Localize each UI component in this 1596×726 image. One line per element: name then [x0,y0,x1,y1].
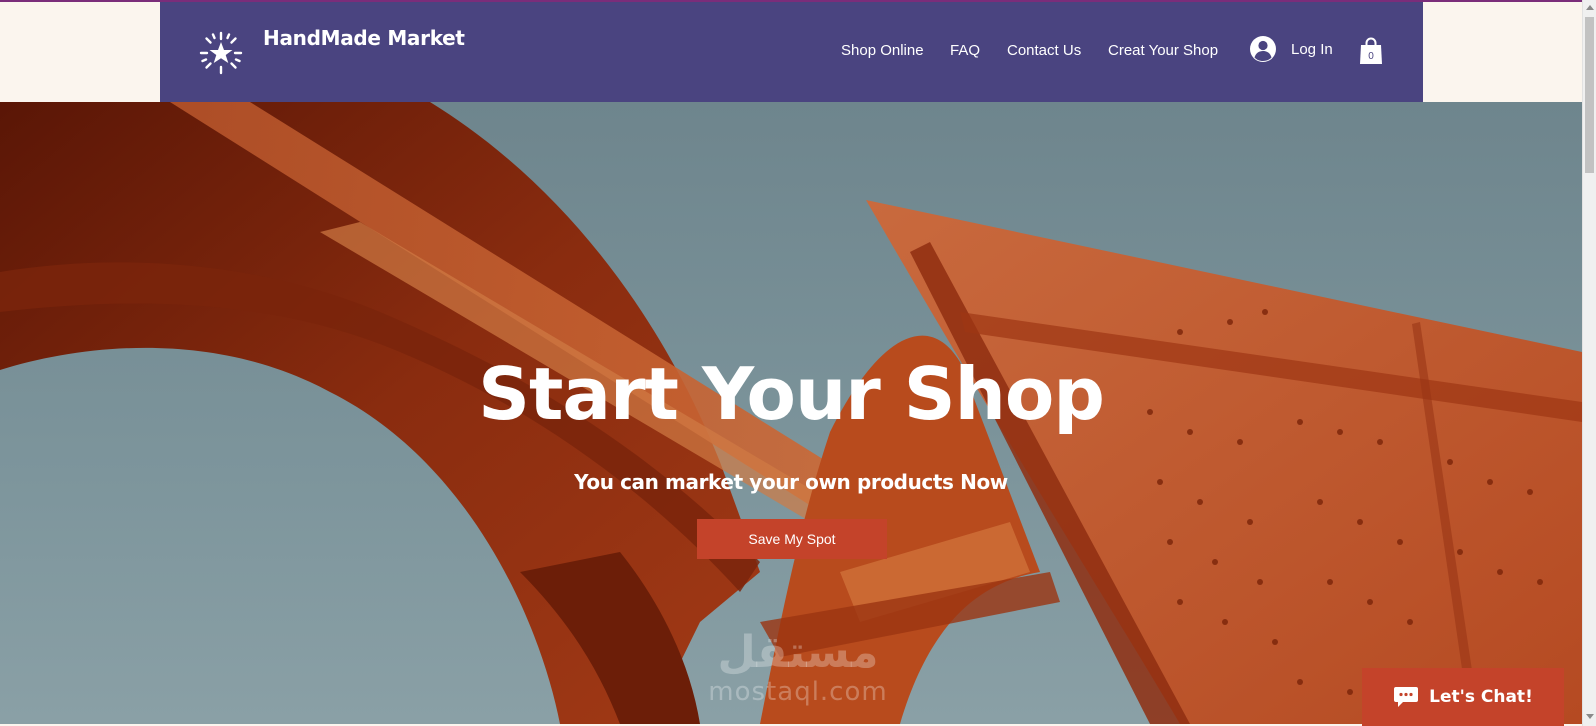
site-header: HandMade Market Shop Online FAQ Contact … [160,2,1423,102]
shopping-bag-icon: 0 [1360,37,1382,64]
nav-contact-us[interactable]: Contact Us [1007,42,1081,59]
vertical-scrollbar[interactable] [1582,0,1596,726]
starburst-icon[interactable] [198,30,244,76]
chat-label: Let's Chat! [1429,687,1533,707]
cart-count: 0 [1368,51,1374,62]
watermark-latin: mostaql.com [708,677,888,707]
hero-section: Start Your Shop You can market your own … [0,102,1582,724]
scroll-up-arrow-icon[interactable] [1586,5,1594,10]
watermark-arabic: مستقل [717,627,879,678]
login-button[interactable]: Log In [1249,35,1333,63]
lets-chat-button[interactable]: Let's Chat! [1362,668,1564,726]
user-avatar-icon [1250,36,1276,62]
nav-create-your-shop[interactable]: Creat Your Shop [1108,42,1218,59]
nav-shop-online[interactable]: Shop Online [841,42,924,59]
login-label: Log In [1291,40,1333,58]
cart-button[interactable]: 0 [1359,37,1383,65]
scroll-thumb[interactable] [1585,17,1594,173]
save-my-spot-button[interactable]: Save My Spot [697,519,887,559]
chat-bubble-icon [1394,687,1419,707]
brand-name[interactable]: HandMade Market [263,26,465,50]
hero-title: Start Your Shop [478,352,1105,436]
hero-subtitle: You can market your own products Now [574,470,1008,494]
watermark: مستقل mostaql.com [700,627,896,705]
scroll-down-arrow-icon[interactable] [1586,714,1594,719]
nav-faq[interactable]: FAQ [950,42,980,59]
